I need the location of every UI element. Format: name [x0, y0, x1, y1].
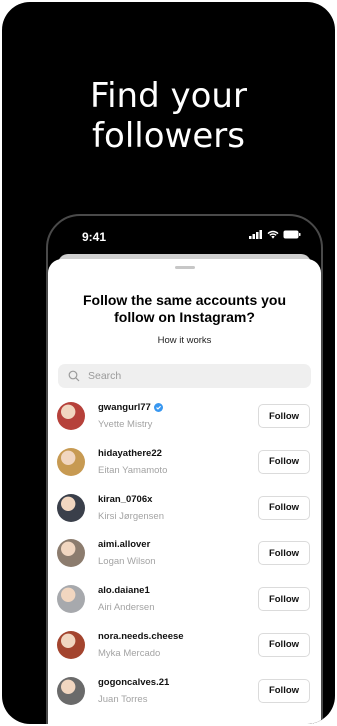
follow-button[interactable]: Follow — [258, 632, 310, 657]
status-time: 9:41 — [82, 230, 107, 244]
username-text: nora.needs.cheese — [98, 630, 184, 642]
account-full-name: Kirsi Jørgensen — [98, 510, 164, 522]
search-icon — [68, 370, 80, 382]
account-username[interactable]: nora.needs.cheese — [98, 631, 184, 642]
follow-button[interactable]: Follow — [258, 449, 310, 474]
account-username[interactable]: aimi.allover — [98, 539, 150, 550]
how-it-works-link[interactable]: How it works — [48, 335, 321, 346]
avatar[interactable] — [57, 585, 85, 614]
account-row[interactable]: aimi.allover Logan Wilson Follow — [48, 531, 321, 577]
account-username[interactable]: gwangurl77 — [98, 402, 163, 413]
sheet-title-line-1: Follow the same accounts you — [82, 292, 287, 308]
username-text: alo.daiane1 — [98, 585, 150, 597]
battery-icon — [283, 230, 301, 239]
account-full-name: Juan Torres — [98, 693, 148, 705]
follow-button[interactable]: Follow — [258, 404, 310, 428]
follow-button[interactable]: Follow — [258, 587, 310, 612]
avatar[interactable] — [57, 447, 85, 476]
sheet-title: Follow the same accounts you follow on I… — [48, 292, 321, 326]
account-full-name: Yvette Mistry — [98, 419, 153, 430]
username-text: hidayathere22 — [98, 447, 162, 459]
account-row[interactable]: gogoncalves.21 Juan Torres Follow — [48, 669, 321, 715]
avatar[interactable] — [57, 630, 85, 659]
account-username[interactable]: kiran_0706x — [98, 494, 152, 505]
headline-line-2: followers — [92, 116, 245, 156]
account-row[interactable]: gwangurl77 Yvette Mistry Follow — [48, 394, 321, 440]
wifi-icon — [267, 230, 279, 239]
follow-button[interactable]: Follow — [258, 678, 310, 703]
promo-poster: Find your followers 9:41 Follow the same… — [2, 2, 335, 724]
follow-sheet: Follow the same accounts you follow on I… — [48, 259, 321, 724]
follow-button[interactable]: Follow — [258, 495, 310, 520]
avatar[interactable] — [57, 493, 85, 522]
username-text: gwangurl77 — [98, 402, 151, 413]
account-username[interactable]: gogoncalves.21 — [98, 677, 169, 688]
account-username[interactable]: alo.daiane1 — [98, 585, 150, 596]
search-input[interactable] — [86, 369, 270, 383]
sheet-title-line-2: follow on Instagram? — [114, 309, 255, 325]
promo-headline: Find your followers — [2, 76, 335, 156]
account-username[interactable]: hidayathere22 — [98, 448, 162, 459]
username-text: kiran_0706x — [98, 493, 153, 505]
phone-frame: 9:41 Follow the same accounts you follow… — [46, 214, 323, 724]
account-row[interactable]: alo.daiane1 Airi Andersen Follow — [48, 577, 321, 623]
account-row[interactable]: kiran_0706x Kirsi Jørgensen Follow — [48, 486, 321, 532]
account-row[interactable]: hidayathere22 Eitan Yamamoto Follow — [48, 440, 321, 486]
status-icons — [249, 230, 301, 239]
verified-badge-icon — [153, 403, 163, 412]
signal-icon — [249, 230, 262, 239]
search-bar[interactable] — [58, 364, 311, 388]
avatar[interactable] — [57, 402, 85, 430]
avatar[interactable] — [57, 676, 85, 705]
status-bar: 9:41 — [48, 216, 321, 252]
account-full-name: Logan Wilson — [98, 556, 156, 568]
sheet-grabber[interactable] — [174, 266, 195, 269]
headline-line-1: Find your — [90, 76, 247, 116]
account-row[interactable]: nora.needs.cheese Myka Mercado Follow — [48, 623, 321, 669]
account-full-name: Eitan Yamamoto — [98, 464, 168, 476]
username-text: aimi.allover — [98, 539, 151, 551]
avatar[interactable] — [57, 539, 85, 568]
username-text: gogoncalves.21 — [98, 676, 170, 688]
account-full-name: Myka Mercado — [98, 647, 161, 659]
account-list: gwangurl77 Yvette Mistry Follow hidayathere… — [48, 394, 321, 715]
follow-button[interactable]: Follow — [258, 541, 310, 566]
account-full-name: Airi Andersen — [98, 602, 155, 614]
